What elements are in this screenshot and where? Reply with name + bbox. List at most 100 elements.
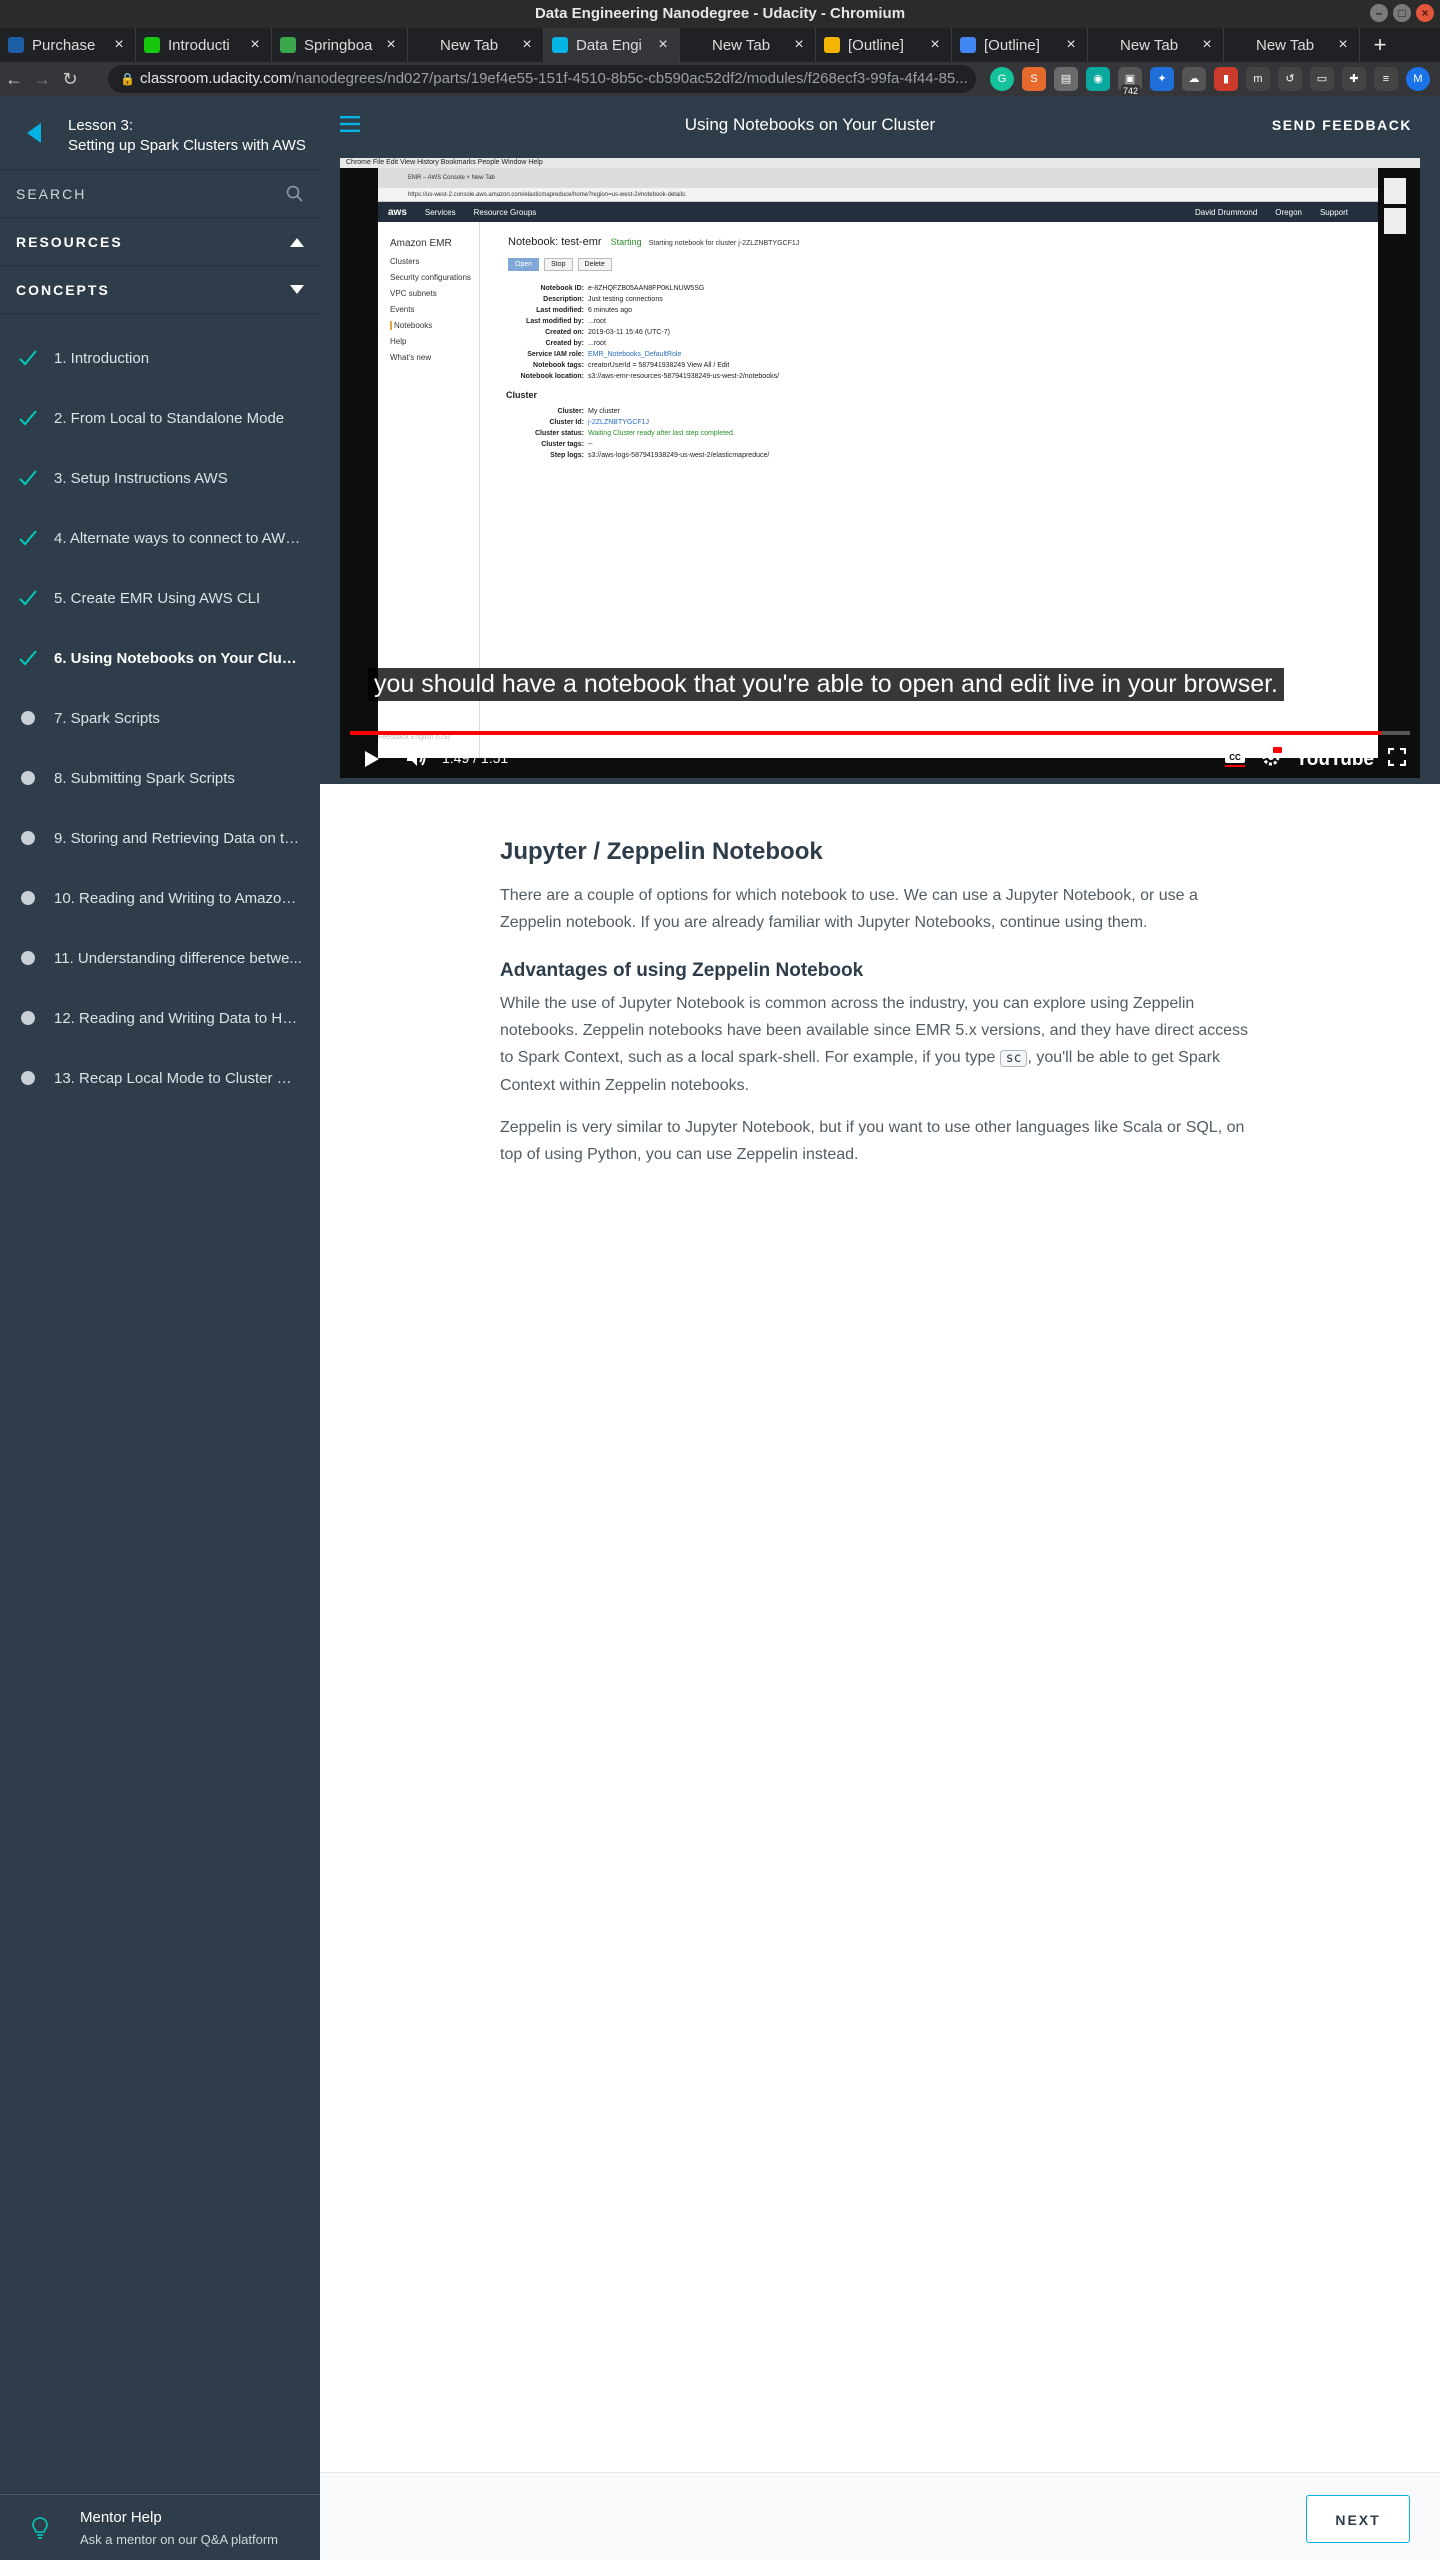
extension-icon[interactable]: S <box>1022 67 1046 91</box>
extension-icon[interactable]: ▣ 742 <box>1118 67 1142 97</box>
document-icon[interactable]: ▤ <box>1054 67 1078 91</box>
reload-button[interactable]: ↻ <box>56 65 84 93</box>
sidebar-concept-item[interactable]: 6. Using Notebooks on Your Cluster <box>0 628 320 688</box>
extension-icon[interactable]: ▮ <box>1214 67 1238 91</box>
sidebar-concept-item[interactable]: 4. Alternate ways to connect to AWS ... <box>0 508 320 568</box>
tab-close-icon[interactable]: × <box>383 36 399 54</box>
settings-gear-icon[interactable] <box>1260 746 1282 773</box>
mentor-help[interactable]: Mentor Help Ask a mentor on our Q&A plat… <box>0 2494 320 2560</box>
tab-close-icon[interactable]: × <box>791 36 807 54</box>
sidebar-concept-item[interactable]: 7. Spark Scripts <box>0 688 320 748</box>
profile-avatar[interactable]: M <box>1406 67 1430 91</box>
browser-tab[interactable]: Introducti × <box>136 28 272 62</box>
detail-key: Cluster: <box>557 408 584 415</box>
aws-nav-bar: aws Services Resource Groups David Drumm… <box>378 202 1378 222</box>
tab-close-icon[interactable]: × <box>655 36 671 54</box>
browser-tab[interactable]: Purchase × <box>0 28 136 62</box>
sidebar-concept-item[interactable]: 11. Understanding difference betwe... <box>0 928 320 988</box>
closed-captions-icon[interactable]: CC <box>1224 747 1246 772</box>
next-button[interactable]: NEXT <box>1306 2495 1410 2543</box>
sidebar-concept-item[interactable]: 5. Create EMR Using AWS CLI <box>0 568 320 628</box>
play-icon[interactable] <box>364 750 380 773</box>
detail-key: Notebook tags: <box>533 362 584 369</box>
sidebar-concept-item[interactable]: 8. Submitting Spark Scripts <box>0 748 320 808</box>
cluster-heading: Cluster <box>506 390 538 400</box>
sidebar-concept-item[interactable]: 3. Setup Instructions AWS <box>0 448 320 508</box>
tab-title: Data Engi <box>576 36 642 54</box>
concept-label: 1. Introduction <box>54 349 150 367</box>
close-window-button[interactable]: × <box>1416 4 1434 22</box>
grammarly-icon[interactable]: G <box>990 67 1014 91</box>
sidebar-concept-item[interactable]: 10. Reading and Writing to Amazon S3 <box>0 868 320 928</box>
checkmark-icon <box>16 406 40 430</box>
extension-icon[interactable]: m <box>1246 67 1270 91</box>
browser-tab[interactable]: [Outline] × <box>952 28 1088 62</box>
forward-button[interactable]: → <box>28 65 56 93</box>
emr-nav-item: What's new <box>390 353 432 362</box>
browser-tab[interactable]: New Tab × <box>680 28 816 62</box>
sidebar-concept-item[interactable]: 13. Recap Local Mode to Cluster Mode <box>0 1048 320 1108</box>
video-player[interactable]: Chrome File Edit View History Bookmarks … <box>340 158 1420 778</box>
browser-tab[interactable]: Data Engi × <box>544 28 680 62</box>
detail-row: Notebook ID: e-8ZHQFZB05AAN8FP0KLNUW5SG <box>508 285 1338 292</box>
tab-close-icon[interactable]: × <box>111 36 127 54</box>
queue-icon[interactable]: ≡ <box>1374 67 1398 91</box>
concept-content: Jupyter / Zeppelin Notebook There are a … <box>500 838 1260 1168</box>
concept-label: 2. From Local to Standalone Mode <box>54 409 285 427</box>
concept-list: 1. Introduction 2. From Local to Standalo… <box>0 314 320 1108</box>
mentor-subtitle: Ask a mentor on our Q&A platform <box>80 2531 278 2547</box>
tab-close-icon[interactable]: × <box>1199 36 1215 54</box>
puzzle-icon[interactable]: ✚ <box>1342 67 1366 91</box>
media-icon[interactable]: ▭ <box>1310 67 1334 91</box>
tab-close-icon[interactable]: × <box>519 36 535 54</box>
address-bar[interactable]: 🔒 classroom.udacity.com/nanodegrees/nd02… <box>108 65 976 93</box>
back-button[interactable]: ← <box>0 65 28 93</box>
tab-close-icon[interactable]: × <box>927 36 943 54</box>
history-icon[interactable]: ↺ <box>1278 67 1302 91</box>
emr-nav-item: Events <box>390 305 415 314</box>
tab-favicon-icon <box>1232 37 1248 53</box>
cloud-icon[interactable]: ☁ <box>1182 67 1206 91</box>
resources-toggle[interactable]: RESOURCES <box>0 218 320 266</box>
detail-value: Waiting Cluster ready after last step co… <box>588 430 735 437</box>
detail-key: Created by: <box>545 340 584 347</box>
tab-close-icon[interactable]: × <box>247 36 263 54</box>
detail-row: Created by: ...root <box>508 340 1338 347</box>
incomplete-dot-icon <box>16 766 40 790</box>
tab-title: New Tab <box>712 36 771 54</box>
browser-tab[interactable]: New Tab × <box>408 28 544 62</box>
video-controls-right: CC YouTube <box>1224 746 1407 773</box>
tab-close-icon[interactable]: × <box>1063 36 1079 54</box>
tab-favicon-icon <box>144 37 160 53</box>
browser-tab[interactable]: Springboa × <box>272 28 408 62</box>
toolbar: ← → ↻ 🔒 classroom.udacity.com/nanodegree… <box>0 62 1440 97</box>
concept-title: Using Notebooks on Your Cluster <box>684 115 936 134</box>
tab-close-icon[interactable]: × <box>1335 36 1351 54</box>
browser-tab[interactable]: New Tab × <box>1088 28 1224 62</box>
send-feedback-button[interactable]: SEND FEEDBACK <box>1272 117 1412 133</box>
video-area: Chrome File Edit View History Bookmarks … <box>320 154 1440 784</box>
youtube-logo[interactable]: YouTube <box>1296 749 1374 771</box>
tab-title: [Outline] <box>848 36 904 54</box>
extension-icon[interactable]: ✦ <box>1150 67 1174 91</box>
browser-tab[interactable]: [Outline] × <box>816 28 952 62</box>
browser-tab[interactable]: New Tab × <box>1224 28 1360 62</box>
minimize-button[interactable]: – <box>1370 4 1388 22</box>
tab-favicon-icon <box>824 37 840 53</box>
maximize-button[interactable]: □ <box>1393 4 1411 22</box>
volume-icon[interactable] <box>406 748 428 773</box>
sidebar-concept-item[interactable]: 12. Reading and Writing Data to HDFS <box>0 988 320 1048</box>
concepts-toggle[interactable]: CONCEPTS <box>0 266 320 314</box>
sidebar-concept-item[interactable]: 9. Storing and Retrieving Data on th... <box>0 808 320 868</box>
sidebar-search[interactable]: SEARCH <box>0 170 320 218</box>
checkmark-icon <box>16 586 40 610</box>
detail-value: 2019-03-11 15:46 (UTC-7) <box>588 329 670 336</box>
collapse-arrow-icon[interactable] <box>0 116 68 169</box>
sidebar-concept-item[interactable]: 2. From Local to Standalone Mode <box>0 388 320 448</box>
extension-icon[interactable]: ◉ <box>1086 67 1110 91</box>
detail-value: 6 minutes ago <box>588 307 632 314</box>
video-progress-bar[interactable] <box>350 731 1410 735</box>
fullscreen-icon[interactable] <box>1387 747 1407 771</box>
new-tab-button[interactable]: + <box>1360 28 1400 62</box>
sidebar-concept-item[interactable]: 1. Introduction <box>0 328 320 388</box>
